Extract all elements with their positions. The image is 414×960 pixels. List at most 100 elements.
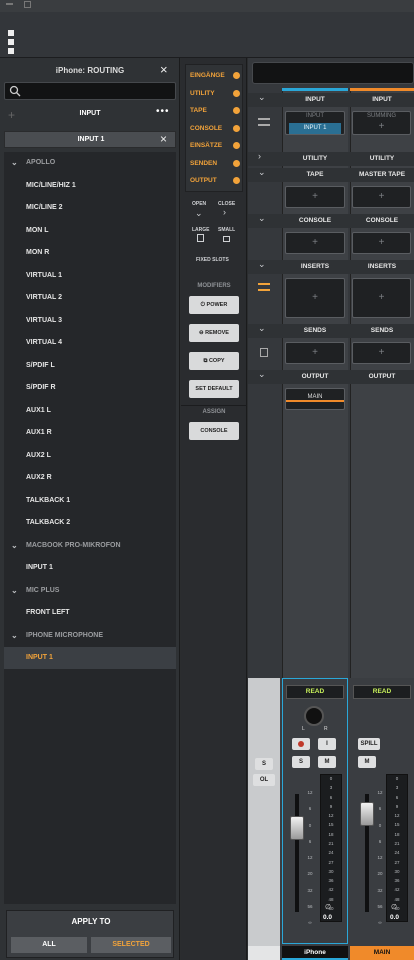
assign-console-button[interactable]: CONSOLE	[189, 422, 239, 440]
nav-item[interactable]: UTILITY	[190, 87, 240, 101]
route-item[interactable]: MIC/LINE 2	[4, 197, 176, 219]
nav-item[interactable]: EINGÄNGE	[190, 69, 240, 83]
add-icon[interactable]: +	[353, 121, 410, 132]
route-item[interactable]: AUX1 R	[4, 422, 176, 444]
chevron-down-icon[interactable]: ⌄	[258, 323, 266, 334]
copy-button[interactable]: ⧉ COPY	[189, 352, 239, 370]
apply-selected-button[interactable]: SELECTED	[91, 937, 171, 953]
power-button[interactable]: ⏻ POWER	[189, 296, 239, 314]
large-slot-icon[interactable]	[197, 234, 204, 242]
input-size-icon[interactable]	[258, 118, 270, 126]
slot-input-iphone[interactable]: INPUT INPUT 1	[285, 111, 345, 135]
input-slot-value[interactable]: INPUT 1	[289, 123, 341, 134]
chevron-down-icon[interactable]: ⌄	[195, 208, 203, 219]
remove-button[interactable]: ⊖ REMOVE	[189, 324, 239, 342]
add-icon[interactable]: +	[353, 347, 410, 358]
chevron-down-icon[interactable]: ⌄	[258, 259, 266, 270]
chevron-down-icon[interactable]: ⌄	[258, 92, 266, 103]
more-icon[interactable]: •••	[156, 106, 170, 117]
input-monitor-button[interactable]: I	[318, 738, 336, 750]
add-icon[interactable]: +	[286, 237, 344, 248]
main-phase-icon[interactable]: ∅	[391, 903, 397, 911]
clear-icon[interactable]: ×	[160, 132, 167, 147]
main-fader[interactable]	[360, 802, 374, 826]
route-item[interactable]: S/PDIF L	[4, 355, 176, 377]
nav-item[interactable]: OUTPUT	[190, 174, 240, 188]
route-item[interactable]: VIRTUAL 2	[4, 287, 176, 309]
chevron-right-icon[interactable]: ›	[258, 151, 261, 161]
slot-input-main[interactable]: SUMMING +	[352, 111, 411, 135]
spill-button[interactable]: SPILL	[358, 738, 380, 750]
nav-item[interactable]: EINSÄTZE	[190, 139, 240, 153]
menu-dots-icon[interactable]	[8, 30, 14, 56]
iphone-fader[interactable]	[290, 816, 304, 840]
overload-button[interactable]: OL	[253, 774, 275, 786]
route-item[interactable]: TALKBACK 1	[4, 490, 176, 512]
slot-sends-iphone[interactable]: +	[285, 342, 345, 364]
tab-input[interactable]: INPUT	[4, 110, 176, 117]
add-icon[interactable]: +	[286, 292, 344, 303]
iphone-solo-button[interactable]: S	[292, 756, 310, 768]
nav-item[interactable]: SENDEN	[190, 157, 240, 171]
slot-inserts-iphone[interactable]: +	[285, 278, 345, 318]
route-item[interactable]: MON R	[4, 242, 176, 264]
slot-output-iphone[interactable]: MAIN	[285, 388, 345, 410]
chevron-down-icon[interactable]: ⌄	[11, 535, 18, 557]
strip-search-input[interactable]	[252, 62, 414, 84]
chevron-right-icon[interactable]: ›	[223, 207, 226, 217]
route-item[interactable]: MIC/LINE/HIZ 1	[4, 175, 176, 197]
slot-inserts-main[interactable]: +	[352, 278, 411, 318]
route-item[interactable]: INPUT 1	[4, 647, 176, 669]
window-button[interactable]	[24, 1, 31, 8]
chevron-down-icon[interactable]: ⌄	[11, 625, 18, 647]
main-read-button[interactable]: READ	[353, 685, 411, 699]
route-item[interactable]: VIRTUAL 3	[4, 310, 176, 332]
route-item[interactable]: FRONT LEFT	[4, 602, 176, 624]
route-item[interactable]: S/PDIF R	[4, 377, 176, 399]
solo-button[interactable]: S	[255, 758, 273, 770]
slot-console-main[interactable]: +	[352, 232, 411, 254]
chevron-down-icon[interactable]: ⌄	[258, 167, 266, 178]
strip-name-main[interactable]: MAIN	[350, 946, 414, 960]
add-icon[interactable]: +	[353, 292, 410, 303]
chevron-down-icon[interactable]: ⌄	[258, 213, 266, 224]
slot-tape-main[interactable]: +	[352, 186, 411, 208]
add-icon[interactable]: +	[353, 237, 410, 248]
close-icon[interactable]: ×	[160, 63, 172, 76]
route-item[interactable]: INPUT 1	[4, 557, 176, 579]
chevron-down-icon[interactable]: ⌄	[11, 152, 18, 174]
slot-console-iphone[interactable]: +	[285, 232, 345, 254]
iphone-mute-button[interactable]: M	[318, 756, 336, 768]
route-item[interactable]: MON L	[4, 220, 176, 242]
add-icon[interactable]: +	[286, 347, 344, 358]
add-icon[interactable]: +	[286, 191, 344, 202]
selected-input-box[interactable]: INPUT 1 ×	[4, 131, 176, 148]
chevron-down-icon[interactable]: ⌄	[11, 580, 18, 602]
route-group[interactable]: ⌄ IPHONE MICROPHONE	[4, 625, 176, 647]
route-item[interactable]: VIRTUAL 4	[4, 332, 176, 354]
output-main-label[interactable]: MAIN	[286, 394, 344, 402]
search-input[interactable]	[4, 82, 176, 100]
chevron-down-icon[interactable]: ⌄	[258, 369, 266, 380]
inserts-size-icon[interactable]	[258, 283, 270, 291]
route-group[interactable]: ⌄ MIC PLUS	[4, 580, 176, 602]
route-group[interactable]: ⌄ MACBOOK PRO-MIKROFON	[4, 535, 176, 557]
window-button[interactable]	[6, 3, 13, 5]
slot-tape-iphone[interactable]: +	[285, 186, 345, 208]
sends-size-icon[interactable]	[260, 348, 268, 357]
small-slot-icon[interactable]	[223, 236, 230, 242]
set-default-button[interactable]: SET DEFAULT	[189, 380, 239, 398]
pan-knob[interactable]	[304, 706, 324, 726]
route-item[interactable]: AUX2 L	[4, 445, 176, 467]
slot-sends-main[interactable]: +	[352, 342, 411, 364]
route-item[interactable]: AUX2 R	[4, 467, 176, 489]
iphone-read-button[interactable]: READ	[286, 685, 344, 699]
nav-item[interactable]: CONSOLE	[190, 122, 240, 136]
apply-all-button[interactable]: ALL	[11, 937, 87, 953]
fixed-slots-label[interactable]: FIXED SLOTS	[196, 257, 229, 263]
strip-name-iphone[interactable]: iPhone	[282, 946, 348, 960]
main-mute-button[interactable]: M	[358, 756, 376, 768]
nav-item[interactable]: TAPE	[190, 104, 240, 118]
record-button[interactable]	[292, 738, 310, 750]
route-item[interactable]: VIRTUAL 1	[4, 265, 176, 287]
